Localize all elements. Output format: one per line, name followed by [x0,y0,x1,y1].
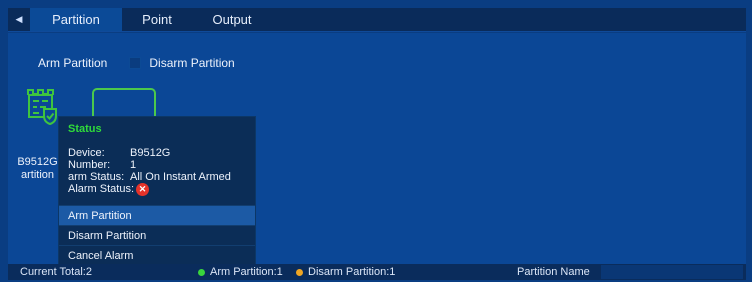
arm-count-label: Arm Partition:1 [210,266,283,278]
arm-status-value: All On Instant Armed [130,171,231,183]
disarm-count: Disarm Partition:1 [296,266,395,278]
partition-castle-icon[interactable] [25,87,59,125]
tab-point[interactable]: Point [122,8,192,31]
popup-menu: Arm Partition Disarm Partition Cancel Al… [59,205,255,265]
arm-partition-label: Arm Partition [38,56,108,70]
arm-count: Arm Partition:1 [198,266,283,278]
tab-partition[interactable]: Partition [30,8,122,31]
arm-status-key: arm Status: [68,171,125,183]
status-popup: Status Device: B9512G Number: 1 arm Stat… [59,117,255,264]
number-row: Number: 1 [68,159,255,171]
menu-cancel-alarm[interactable]: Cancel Alarm [59,245,255,265]
current-total: Current Total:2 [20,266,92,278]
device-value: B9512G [130,147,171,159]
partition-label-line1: B9512G [17,156,58,168]
menu-disarm-partition[interactable]: Disarm Partition [59,225,255,245]
partition-name-label: Partition Name [517,266,590,278]
arm-partition-button[interactable]: Arm Partition [38,56,107,70]
popup-title: Status [68,123,102,135]
disarm-count-label: Disarm Partition:1 [308,266,396,278]
menu-arm-partition[interactable]: Arm Partition [59,205,255,225]
x-circle-icon: ✕ [136,183,150,196]
arm-status-row: arm Status: All On Instant Armed [68,171,255,183]
tab-output[interactable]: Output [192,8,272,31]
status-info: Device: B9512G Number: 1 arm Status: All… [59,141,255,196]
partition-label-line2: artition [20,169,55,181]
action-bar: Arm Partition Disarm Partition [38,56,235,70]
status-bar: Current Total:2 Arm Partition:1 Disarm P… [8,264,746,280]
disarm-checkbox-icon [129,57,142,69]
collapse-arrow-icon[interactable]: ◀ [8,8,30,31]
disarm-partition-button[interactable]: Disarm Partition [129,56,235,70]
orange-dot-icon [296,268,303,276]
partition-label: B9512G artition [10,156,65,182]
alarm-status-row: Alarm Status: ✕ [68,183,255,196]
disarm-partition-label: Disarm Partition [149,56,235,70]
device-row: Device: B9512G [68,147,255,159]
partition-name-field[interactable] [601,265,743,279]
green-dot-icon [198,268,205,276]
number-value: 1 [130,159,137,171]
tab-bar: ◀ Partition Point Output [8,8,746,32]
device-key: Device: [68,147,105,159]
alarm-status-key: Alarm Status: [68,183,135,195]
number-key: Number: [68,159,111,171]
